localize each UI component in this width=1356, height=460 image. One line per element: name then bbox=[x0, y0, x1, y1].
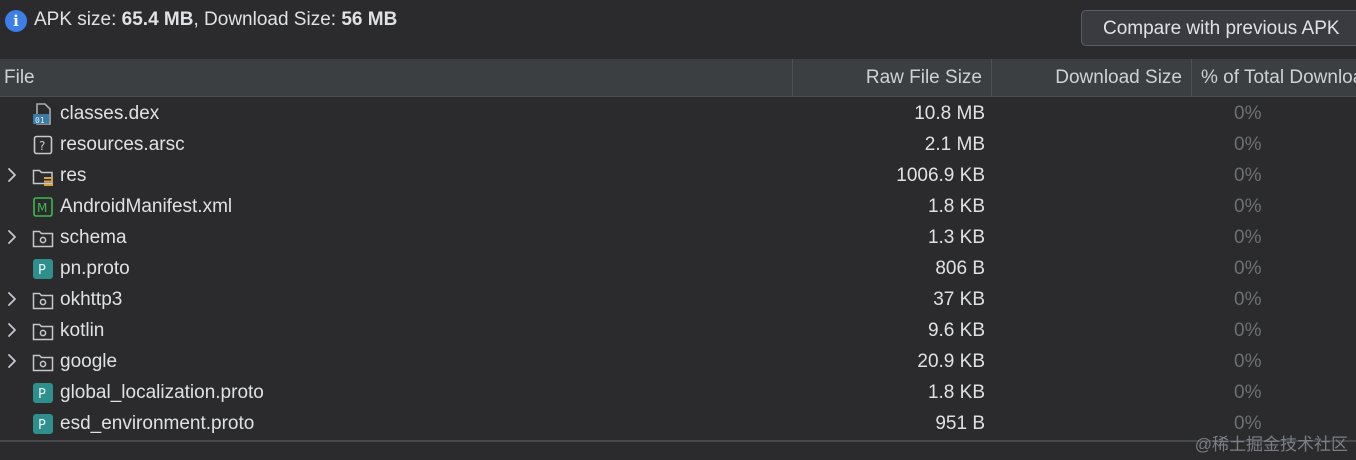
percent-of-total-download: 0% bbox=[1234, 103, 1262, 124]
proto-file-icon: P bbox=[32, 382, 54, 404]
file-name: global_localization.proto bbox=[60, 382, 264, 403]
package-folder-icon bbox=[32, 227, 54, 249]
download-size-value: 56 MB bbox=[341, 9, 398, 30]
raw-file-size: 10.8 MB bbox=[914, 103, 985, 124]
dex-file-icon: 01 bbox=[32, 103, 54, 125]
percent-of-total-download: 0% bbox=[1234, 227, 1262, 248]
file-name: resources.arsc bbox=[60, 134, 185, 155]
file-name: schema bbox=[60, 227, 127, 248]
svg-text:P: P bbox=[38, 387, 46, 402]
file-name: AndroidManifest.xml bbox=[60, 196, 233, 217]
table-row[interactable]: schema 1.3 KB 0% bbox=[0, 222, 1356, 253]
column-header-download-size[interactable]: Download Size bbox=[1055, 59, 1182, 97]
column-divider[interactable] bbox=[991, 59, 992, 97]
svg-text:01: 01 bbox=[35, 116, 45, 125]
table-row[interactable]: ? resources.arsc 2.1 MB 0% bbox=[0, 129, 1356, 160]
apk-size-summary: APK size: 65.4 MB, Download Size: 56 MB bbox=[34, 9, 397, 31]
apk-size-label: APK size: bbox=[34, 9, 122, 30]
table-bottom-divider bbox=[0, 440, 1356, 442]
chevron-right-icon[interactable] bbox=[4, 166, 20, 184]
svg-text:P: P bbox=[38, 418, 46, 433]
raw-file-size: 1.8 KB bbox=[927, 382, 985, 403]
raw-file-size: 951 B bbox=[935, 413, 985, 434]
raw-file-size: 1.3 KB bbox=[927, 227, 985, 248]
file-name: kotlin bbox=[60, 320, 105, 341]
apk-summary-bar: i APK size: 65.4 MB, Download Size: 56 M… bbox=[0, 0, 1356, 58]
file-name: google bbox=[60, 351, 118, 372]
percent-of-total-download: 0% bbox=[1234, 196, 1262, 217]
chevron-right-icon[interactable] bbox=[4, 290, 20, 308]
percent-of-total-download: 0% bbox=[1234, 382, 1262, 403]
percent-of-total-download: 0% bbox=[1234, 289, 1262, 310]
file-name: esd_environment.proto bbox=[60, 413, 255, 434]
unknown-file-icon: ? bbox=[32, 134, 54, 156]
raw-file-size: 20.9 KB bbox=[917, 351, 985, 372]
column-header-percent-total-download[interactable]: % of Total Download Size bbox=[1201, 59, 1356, 97]
table-row[interactable]: kotlin 9.6 KB 0% bbox=[0, 315, 1356, 346]
table-row[interactable]: Pglobal_localization.proto 1.8 KB 0% bbox=[0, 377, 1356, 408]
package-folder-icon bbox=[32, 351, 54, 373]
chevron-right-icon[interactable] bbox=[4, 228, 20, 246]
chevron-right-icon[interactable] bbox=[4, 321, 20, 339]
download-size-label: Download Size: bbox=[204, 9, 342, 30]
percent-of-total-download: 0% bbox=[1234, 351, 1262, 372]
column-divider[interactable] bbox=[1191, 59, 1192, 97]
proto-file-icon: P bbox=[32, 413, 54, 435]
info-icon: i bbox=[5, 10, 27, 32]
table-row[interactable]: M AndroidManifest.xml 1.8 KB 0% bbox=[0, 191, 1356, 222]
raw-file-size: 9.6 KB bbox=[927, 320, 985, 341]
summary-separator: , bbox=[193, 9, 205, 30]
column-divider[interactable] bbox=[792, 59, 793, 97]
raw-file-size: 1.8 KB bbox=[927, 196, 985, 217]
svg-text:?: ? bbox=[39, 139, 45, 153]
svg-text:M: M bbox=[37, 201, 47, 215]
package-folder-icon bbox=[32, 320, 54, 342]
file-name: pn.proto bbox=[60, 258, 130, 279]
column-header-raw-file-size[interactable]: Raw File Size bbox=[866, 59, 982, 97]
file-name: okhttp3 bbox=[60, 289, 123, 310]
proto-file-icon: P bbox=[32, 258, 54, 280]
compare-with-previous-apk-button[interactable]: Compare with previous APK bbox=[1081, 10, 1356, 46]
resource-folder-icon bbox=[32, 165, 54, 187]
raw-file-size: 2.1 MB bbox=[924, 134, 985, 155]
percent-of-total-download: 0% bbox=[1234, 258, 1262, 279]
table-row[interactable]: google 20.9 KB 0% bbox=[0, 346, 1356, 377]
percent-of-total-download: 0% bbox=[1234, 320, 1262, 341]
svg-text:P: P bbox=[38, 263, 46, 278]
table-header: File Raw File Size Download Size % of To… bbox=[0, 59, 1356, 97]
apk-size-value: 65.4 MB bbox=[121, 9, 194, 30]
percent-of-total-download: 0% bbox=[1234, 165, 1262, 186]
column-header-file[interactable]: File bbox=[4, 59, 35, 97]
file-name: res bbox=[60, 165, 87, 186]
table-row[interactable]: 01 classes.dex 10.8 MB 0% bbox=[0, 98, 1356, 129]
table-row[interactable]: Pesd_environment.proto 951 B 0% bbox=[0, 408, 1356, 439]
file-name: classes.dex bbox=[60, 103, 160, 124]
table-row[interactable]: Ppn.proto 806 B 0% bbox=[0, 253, 1356, 284]
raw-file-size: 37 KB bbox=[933, 289, 985, 310]
table-row[interactable]: res 1006.9 KB 0% bbox=[0, 160, 1356, 191]
raw-file-size: 1006.9 KB bbox=[896, 165, 985, 186]
manifest-file-icon: M bbox=[32, 196, 54, 218]
table-row[interactable]: okhttp3 37 KB 0% bbox=[0, 284, 1356, 315]
package-folder-icon bbox=[32, 289, 54, 311]
percent-of-total-download: 0% bbox=[1234, 134, 1262, 155]
chevron-right-icon[interactable] bbox=[4, 352, 20, 370]
watermark-text: @稀土掘金技术社区 bbox=[1194, 435, 1348, 454]
raw-file-size: 806 B bbox=[935, 258, 985, 279]
